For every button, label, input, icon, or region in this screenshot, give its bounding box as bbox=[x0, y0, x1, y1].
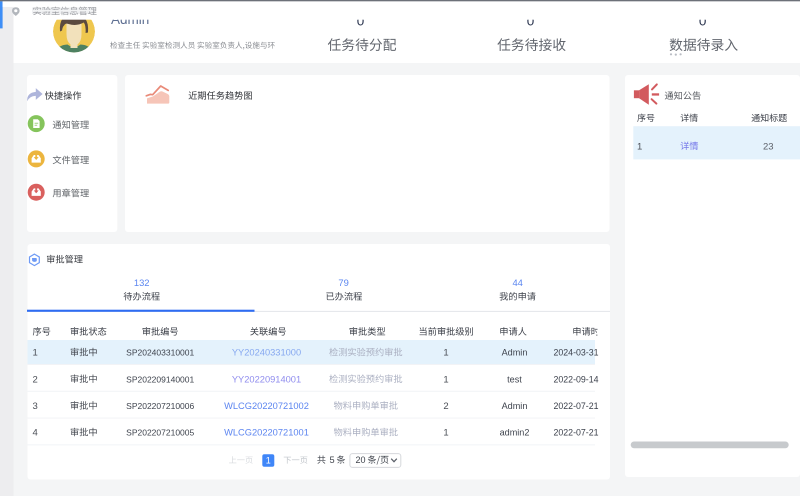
svg-text:test: test bbox=[507, 374, 522, 384]
svg-text:20: 20 bbox=[356, 455, 366, 465]
svg-text:23: 23 bbox=[763, 142, 774, 153]
svg-text:SP202403310001: SP202403310001 bbox=[126, 348, 194, 358]
svg-text:2024-03-31: 2024-03-31 bbox=[554, 348, 599, 358]
svg-text:132: 132 bbox=[134, 277, 150, 288]
svg-text:YY20220914001: YY20220914001 bbox=[232, 374, 301, 384]
svg-text:Admin: Admin bbox=[502, 401, 528, 411]
svg-text:WLCG20220721001: WLCG20220721001 bbox=[224, 428, 309, 438]
svg-text:1: 1 bbox=[33, 348, 38, 359]
svg-text:2022-07-21: 2022-07-21 bbox=[554, 428, 599, 438]
svg-text:YY20240331000: YY20240331000 bbox=[232, 348, 301, 358]
svg-text:44: 44 bbox=[512, 277, 522, 288]
svg-text:3: 3 bbox=[33, 401, 38, 412]
svg-text:WLCG20220721002: WLCG20220721002 bbox=[224, 401, 309, 411]
svg-text:2022-09-14: 2022-09-14 bbox=[554, 374, 599, 384]
svg-text:1: 1 bbox=[637, 142, 642, 153]
svg-text:SP202209140001: SP202209140001 bbox=[126, 374, 194, 384]
svg-text:SP202207210006: SP202207210006 bbox=[126, 401, 194, 411]
svg-text:admin2: admin2 bbox=[500, 428, 530, 438]
svg-text:SP202207210005: SP202207210005 bbox=[126, 428, 194, 438]
svg-text:1: 1 bbox=[443, 428, 448, 439]
svg-text:2: 2 bbox=[33, 374, 38, 385]
svg-text:5: 5 bbox=[330, 455, 335, 465]
svg-text:1: 1 bbox=[443, 348, 448, 359]
svg-text:79: 79 bbox=[338, 277, 348, 288]
svg-text:4: 4 bbox=[33, 428, 38, 439]
svg-text:2: 2 bbox=[443, 401, 448, 412]
svg-text:Admin: Admin bbox=[502, 348, 528, 358]
svg-text:1: 1 bbox=[266, 455, 271, 465]
svg-text:2022-07-21: 2022-07-21 bbox=[554, 401, 599, 411]
svg-text:1: 1 bbox=[443, 374, 448, 385]
